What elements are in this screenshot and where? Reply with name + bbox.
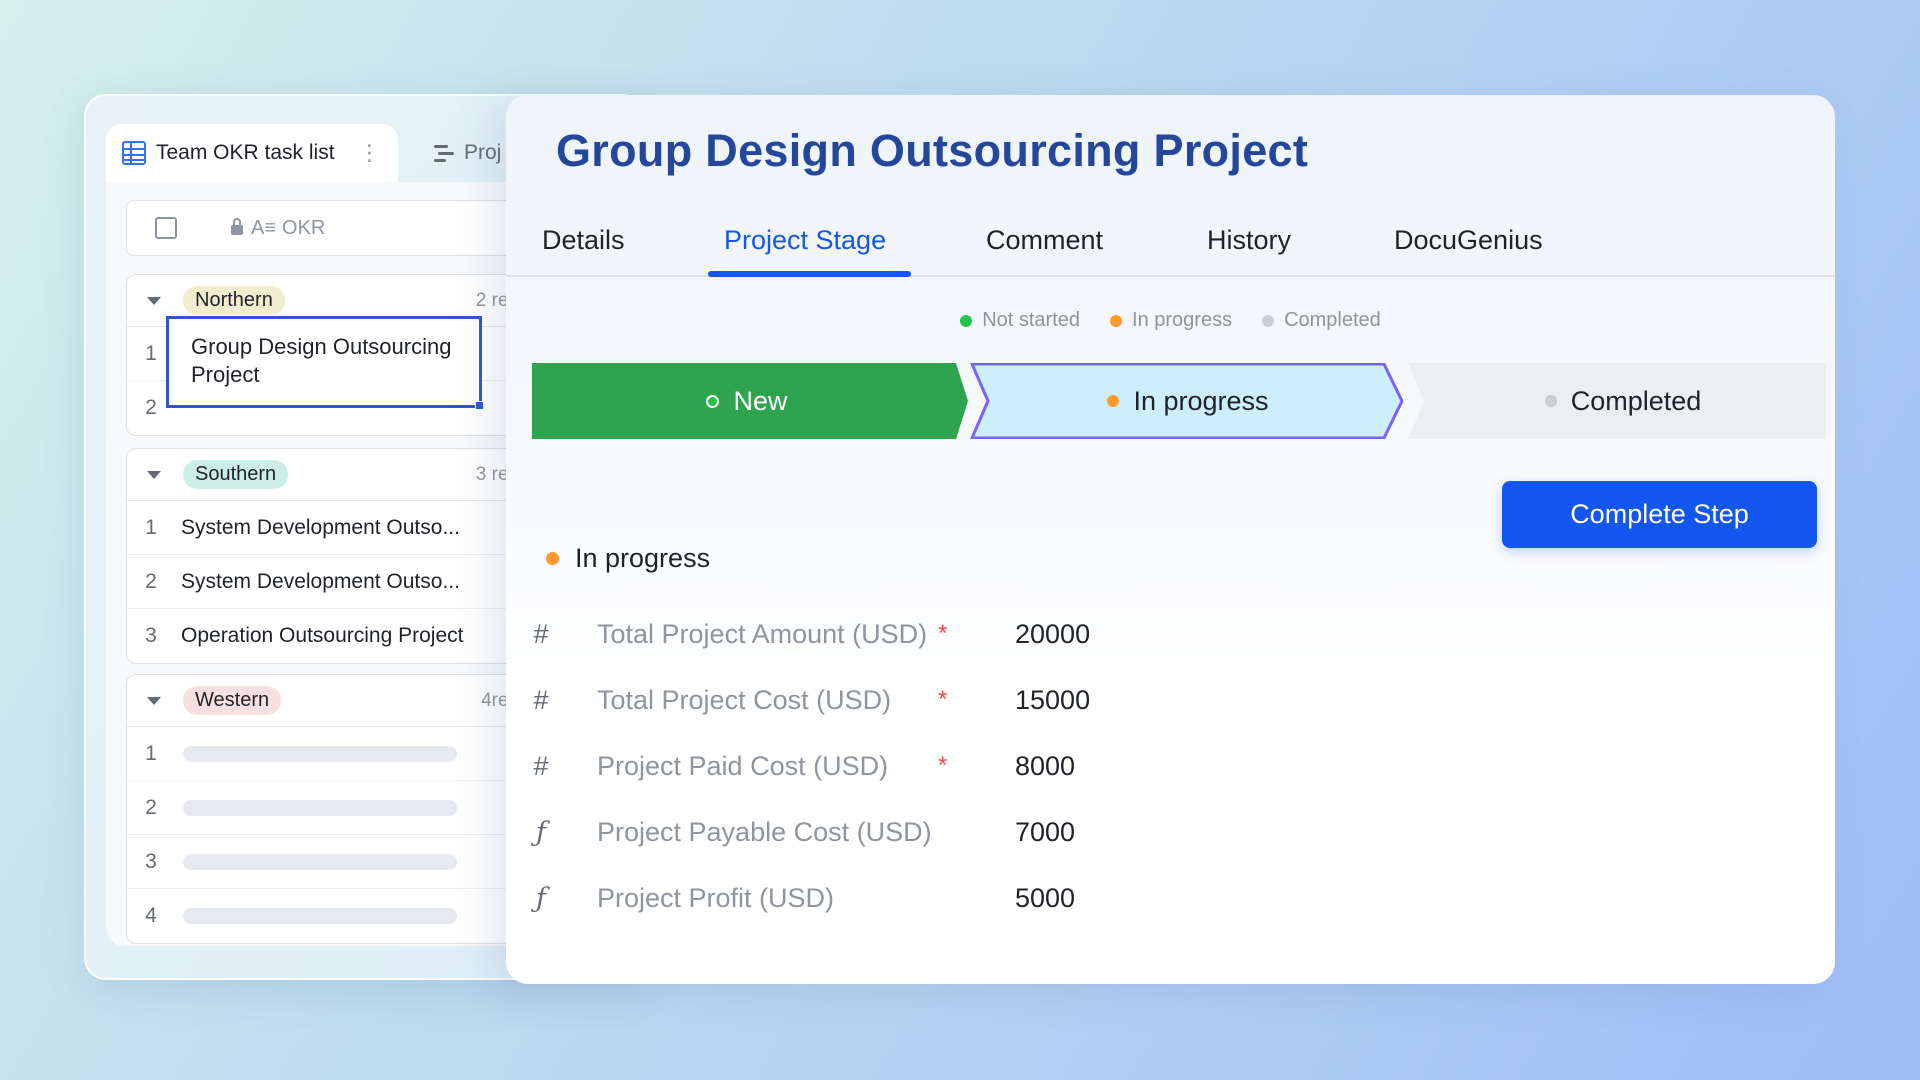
collapse-caret-icon[interactable] [147, 696, 161, 705]
tab-team-okr[interactable]: Team OKR task list ⋮ [106, 124, 398, 182]
legend-label: In progress [1132, 309, 1233, 331]
current-stage-status: In progress [546, 543, 710, 574]
current-stage-label: In progress [575, 543, 711, 573]
column-title[interactable]: OKR [282, 217, 325, 240]
text-field-icon: A≡ [251, 216, 277, 239]
select-all-checkbox[interactable] [155, 217, 177, 239]
field-project-profit: ƒ Project Profit (USD) 5000 [526, 865, 1426, 931]
status-dot-icon [706, 394, 720, 408]
legend-label: Completed [1284, 309, 1381, 331]
collapse-caret-icon[interactable] [147, 296, 161, 305]
group-tag: Western [183, 686, 282, 715]
tab-label: Proj [464, 141, 502, 164]
stage-progress-bar: New In progress Completed [532, 363, 1826, 439]
collapse-caret-icon[interactable] [147, 470, 161, 479]
number-field-icon: # [533, 618, 549, 649]
stage-new[interactable]: New [532, 363, 962, 439]
row-number: 3 [145, 849, 157, 873]
stage-label: New [733, 385, 788, 416]
field-value[interactable]: 15000 [1015, 685, 1090, 716]
stage-label: In progress [1133, 385, 1269, 416]
stage-completed[interactable]: Completed [1420, 363, 1826, 439]
stage-label: Completed [1570, 385, 1702, 416]
field-label: Total Project Amount (USD) [597, 618, 928, 649]
tab-history[interactable]: History [1207, 225, 1291, 256]
tab-project-stage[interactable]: Project Stage [724, 225, 886, 256]
field-value[interactable]: 20000 [1015, 619, 1090, 650]
placeholder-bar [183, 745, 457, 762]
more-options-icon[interactable]: ⋮ [359, 140, 381, 166]
status-dot-icon [960, 314, 973, 327]
placeholder-bar [183, 908, 457, 924]
field-value[interactable]: 8000 [1015, 751, 1075, 782]
grid-icon [122, 141, 146, 165]
row-title: System Development Outso... [181, 515, 460, 539]
legend-item: Completed [1262, 309, 1381, 332]
field-value: 7000 [1015, 816, 1076, 847]
field-label: Total Project Cost (USD) [597, 684, 892, 715]
field-total-project-cost: # Total Project Cost (USD) * 15000 [526, 667, 1426, 733]
row-number: 2 [145, 795, 157, 819]
formula-field-icon: ƒ [536, 882, 546, 914]
status-dot-icon [1544, 395, 1557, 407]
status-dot-icon [1110, 314, 1123, 327]
field-value: 5000 [1015, 882, 1076, 913]
legend-item: In progress [1110, 309, 1232, 332]
tab-project[interactable]: Proj [432, 124, 501, 182]
status-dot-icon [1107, 395, 1120, 407]
status-dot-icon [1262, 314, 1275, 327]
row-number: 3 [145, 624, 157, 647]
lock-icon [231, 218, 243, 235]
detail-tabs: Details Project Stage Comment History Do… [506, 225, 1835, 277]
stage-in-progress[interactable]: In progress [980, 363, 1396, 439]
required-mark: * [938, 686, 948, 713]
tab-details[interactable]: Details [542, 225, 625, 256]
stage-legend: Not started In progress Completed [506, 309, 1835, 332]
row-title: Operation Outsourcing Project [181, 624, 464, 647]
complete-step-button[interactable]: Complete Step [1502, 481, 1817, 548]
row-number: 1 [145, 741, 157, 765]
group-tag: Southern [183, 460, 289, 489]
selected-cell-editor[interactable]: Group Design Outsourcing Project [166, 316, 484, 410]
placeholder-bar [183, 799, 457, 816]
group-tag: Northern [183, 286, 285, 315]
formula-field-icon: ƒ [536, 816, 546, 848]
legend-label: Not started [982, 309, 1081, 331]
row-number: 1 [145, 515, 157, 539]
row-number: 2 [145, 569, 157, 593]
gantt-icon [432, 144, 454, 162]
required-mark: * [938, 752, 948, 779]
record-title: Group Design Outsourcing Project [556, 125, 1309, 176]
tab-label: Team OKR task list [156, 141, 335, 164]
field-label: Project Paid Cost (USD) [597, 750, 889, 781]
row-number: 4 [145, 904, 157, 927]
field-label: Project Profit (USD) [597, 882, 835, 913]
tab-docugenius[interactable]: DocuGenius [1394, 225, 1543, 256]
status-dot-icon [546, 552, 559, 565]
number-field-icon: # [533, 750, 549, 781]
field-project-payable-cost: ƒ Project Payable Cost (USD) 7000 [526, 799, 1426, 865]
tab-comment[interactable]: Comment [986, 225, 1103, 256]
number-field-icon: # [533, 684, 549, 715]
placeholder-bar [183, 853, 457, 870]
field-label: Project Payable Cost (USD) [597, 816, 932, 847]
required-mark: * [938, 620, 948, 647]
record-detail-panel: Group Design Outsourcing Project Details… [506, 95, 1835, 984]
legend-item: Not started [960, 309, 1080, 332]
field-total-project-amount: # Total Project Amount (USD) * 20000 [526, 601, 1426, 667]
field-project-paid-cost: # Project Paid Cost (USD) * 8000 [526, 733, 1426, 799]
row-title: System Development Outso... [181, 569, 460, 593]
active-tab-indicator [708, 271, 911, 277]
